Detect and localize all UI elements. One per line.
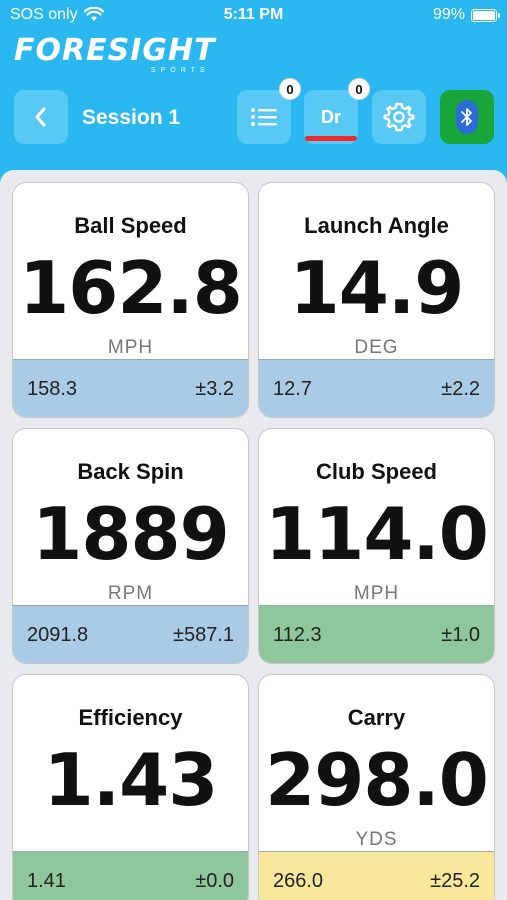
metric-value: 14.9 [289, 246, 465, 330]
metric-average: 1.41 [27, 870, 66, 892]
metric-footer: 12.7 ±2.2 [259, 359, 494, 417]
club-label: Dr [320, 106, 341, 127]
metric-unit: MPH [107, 337, 154, 358]
status-bar: SOS only 5:11 PM 99% [0, 0, 507, 32]
metric-label: Back Spin [77, 459, 184, 484]
back-button[interactable] [14, 90, 68, 144]
metric-tile-carry[interactable]: Carry 298.0 YDS 266.0 ±25.2 [258, 674, 495, 900]
metric-tile-efficiency[interactable]: Efficiency 1.43 1.41 ±0.0 [12, 674, 249, 900]
metric-deviation: ±587.1 [172, 624, 234, 646]
bluetooth-icon [456, 100, 478, 134]
metric-tile-club-speed[interactable]: Club Speed 114.0 MPH 112.3 ±1.0 [258, 428, 495, 664]
metric-label: Club Speed [315, 459, 437, 484]
metric-footer: 1.41 ±0.0 [13, 851, 248, 900]
metric-deviation: ±1.0 [441, 624, 480, 646]
metric-value: 1889 [32, 492, 229, 576]
metric-value: 114.0 [265, 492, 489, 576]
list-icon [251, 108, 277, 126]
metric-tile-back-spin[interactable]: Back Spin 1889 RPM 2091.8 ±587.1 [12, 428, 249, 664]
status-right: 99% [432, 6, 500, 24]
gear-icon [383, 102, 415, 132]
metric-footer: 158.3 ±3.2 [13, 359, 248, 417]
metric-average: 266.0 [273, 870, 324, 892]
metric-deviation: ±0.0 [195, 870, 234, 892]
metric-deviation: ±25.2 [430, 870, 480, 892]
brand-logo: FORESIGHT SPORTS [14, 33, 216, 75]
metric-deviation: ±2.2 [441, 378, 480, 400]
metric-unit: MPH [353, 583, 400, 604]
club-count-badge: 0 [348, 78, 370, 100]
session-title[interactable]: Session 1 [82, 106, 180, 130]
metric-unit: DEG [354, 337, 399, 358]
metric-value: 298.0 [265, 738, 489, 822]
metrics-panel: Ball Speed 162.8 MPH 158.3 ±3.2 Launch A… [0, 170, 507, 900]
chevron-left-icon [35, 107, 46, 127]
club-selected-underline [305, 136, 357, 141]
metric-footer: 266.0 ±25.2 [259, 851, 494, 900]
metric-label: Launch Angle [304, 213, 449, 238]
metric-footer: 2091.8 ±587.1 [13, 605, 248, 663]
metric-value: 162.8 [19, 246, 243, 330]
metric-label: Efficiency [78, 705, 183, 730]
settings-button[interactable] [372, 90, 426, 144]
battery-fill [473, 10, 495, 20]
status-time: 5:11 PM [223, 6, 284, 23]
metric-unit: YDS [355, 829, 398, 850]
toolbar: Session 1 0 Dr 0 [0, 78, 507, 150]
battery-text: 99% [432, 6, 465, 23]
metric-average: 158.3 [27, 378, 78, 400]
metric-average: 112.3 [273, 624, 322, 646]
metric-tile-launch-angle[interactable]: Launch Angle 14.9 DEG 12.7 ±2.2 [258, 182, 495, 418]
battery-icon [471, 8, 500, 22]
metric-footer: 112.3 ±1.0 [259, 605, 494, 663]
bluetooth-button[interactable] [440, 90, 494, 144]
metric-unit: RPM [107, 583, 154, 604]
metric-deviation: ±3.2 [195, 378, 234, 400]
metric-average: 2091.8 [27, 624, 89, 646]
metric-label: Ball Speed [74, 213, 187, 238]
metric-label: Carry [347, 705, 406, 730]
metric-value: 1.43 [43, 738, 219, 822]
shot-list-count-badge: 0 [279, 78, 301, 100]
metric-average: 12.7 [273, 378, 312, 400]
logo-sub-text: SPORTS [150, 67, 210, 74]
logo-main-text: FORESIGHT [14, 33, 216, 68]
metric-tile-ball-speed[interactable]: Ball Speed 162.8 MPH 158.3 ±3.2 [12, 182, 249, 418]
